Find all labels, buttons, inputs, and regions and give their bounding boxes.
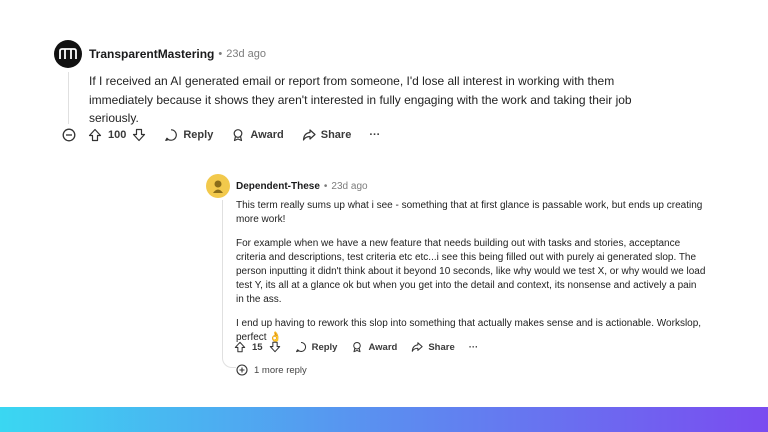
collapse-button[interactable]: [62, 128, 76, 142]
more-replies-label: 1 more reply: [254, 364, 307, 376]
thread-line[interactable]: [68, 72, 69, 124]
more-options-icon: ···: [468, 341, 479, 353]
timestamp[interactable]: 23d ago: [331, 181, 367, 192]
more-options-button[interactable]: ···: [369, 129, 380, 141]
comment-actions: 15 Reply Award Share ···: [234, 341, 492, 353]
avatar[interactable]: [54, 40, 82, 68]
reply-button[interactable]: Reply: [295, 341, 338, 353]
avatar[interactable]: [206, 174, 230, 198]
more-options-button[interactable]: ···: [469, 342, 479, 353]
share-label: Share: [320, 129, 352, 141]
author-name[interactable]: TransparentMastering: [89, 47, 214, 61]
award-button[interactable]: Award: [351, 341, 397, 353]
reply-label: Reply: [311, 341, 338, 353]
separator-dot: •: [218, 48, 223, 60]
gradient-banner: [0, 407, 768, 432]
author-name[interactable]: Dependent-These: [236, 181, 320, 192]
comment-actions: 100 Reply Award Share ···: [62, 128, 398, 142]
plus-circle-icon: [236, 364, 248, 376]
more-replies-button[interactable]: 1 more reply: [236, 364, 307, 376]
award-label: Award: [368, 341, 398, 353]
vote-count: 100: [108, 129, 127, 141]
timestamp[interactable]: 23d ago: [226, 48, 266, 60]
more-options-icon: ···: [369, 129, 381, 141]
minus-circle-icon: [62, 128, 76, 142]
thread-line[interactable]: [222, 200, 223, 355]
vote-count: 15: [252, 341, 263, 353]
separator-dot: •: [323, 180, 328, 192]
reply-icon: [165, 129, 178, 141]
reply-icon: [295, 342, 306, 353]
comment-header: TransparentMastering • 23d ago: [54, 40, 734, 68]
downvote-icon[interactable]: [132, 128, 146, 142]
share-icon: [302, 129, 316, 141]
comment-body: This term really sums up what i see - so…: [236, 199, 706, 355]
upvote-icon[interactable]: [88, 128, 102, 142]
comment-body: If I received an AI generated email or r…: [89, 74, 632, 125]
comment-1: TransparentMastering • 23d ago: [54, 40, 734, 68]
comment-paragraph: This term really sums up what i see - so…: [236, 200, 703, 225]
avatar-figure-icon: [213, 180, 223, 193]
share-button[interactable]: Share: [411, 341, 455, 353]
share-button[interactable]: Share: [302, 128, 352, 142]
vote-group: 100: [88, 128, 146, 142]
downvote-icon[interactable]: [269, 341, 281, 353]
award-icon: [353, 341, 362, 353]
share-icon: [412, 342, 423, 352]
comment-header: Dependent-These • 23d ago: [206, 172, 726, 200]
logo-icon: [59, 48, 77, 59]
comment-paragraph: For example when we have a new feature t…: [236, 238, 706, 305]
vote-group: 15: [234, 341, 281, 353]
comment-2: Dependent-These • 23d ago: [206, 172, 726, 200]
award-button[interactable]: Award: [231, 128, 284, 142]
award-icon: [233, 129, 243, 142]
upvote-icon[interactable]: [234, 341, 246, 353]
reply-label: Reply: [183, 129, 214, 141]
award-label: Award: [250, 129, 284, 141]
reply-button[interactable]: Reply: [164, 128, 213, 142]
share-label: Share: [428, 341, 455, 353]
